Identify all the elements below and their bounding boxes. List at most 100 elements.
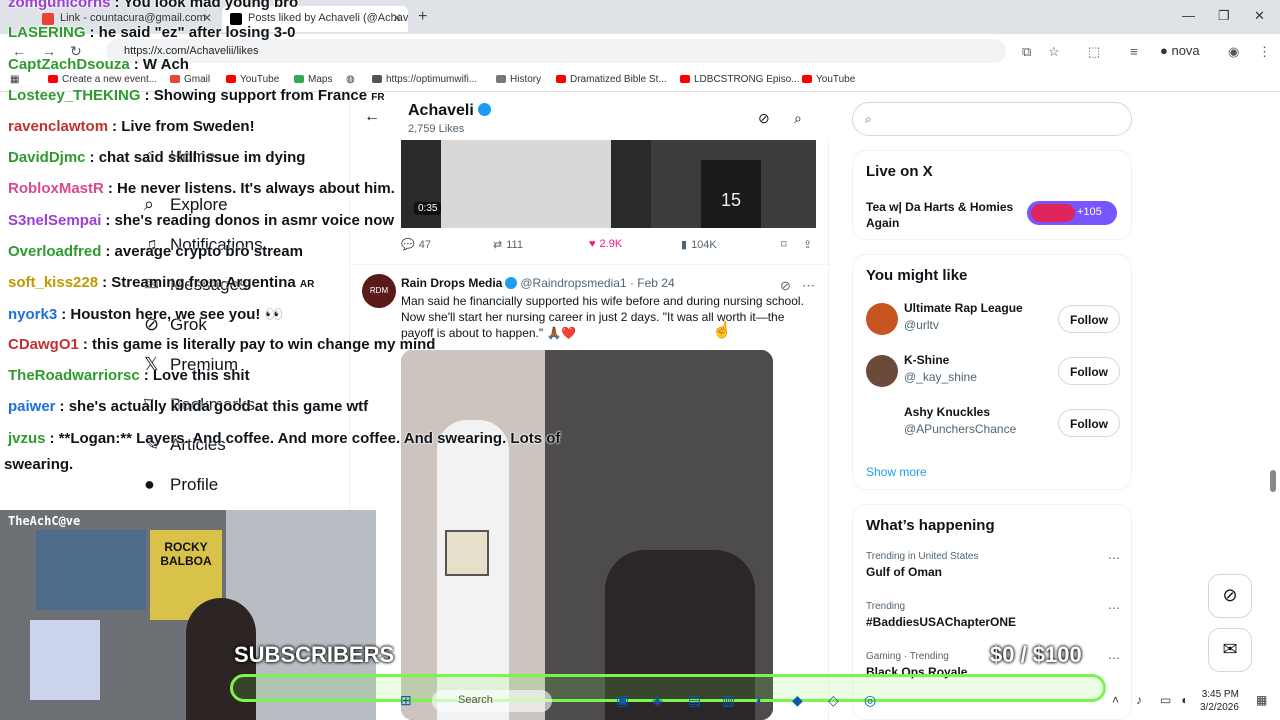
post-media[interactable] bbox=[401, 350, 773, 720]
wall-poster bbox=[30, 620, 100, 700]
file-explorer-icon[interactable]: ▣ bbox=[616, 692, 629, 709]
grok-icon[interactable]: ⊘ bbox=[758, 110, 770, 127]
close-window-icon[interactable]: ✕ bbox=[1254, 8, 1265, 24]
chat-message: swearing. bbox=[4, 456, 74, 473]
network-icon[interactable]: ▭ bbox=[1160, 693, 1171, 707]
subscriber-goal-bar bbox=[230, 674, 1106, 702]
search-icon[interactable]: ⌕ bbox=[794, 110, 802, 127]
scrollbar-thumb[interactable] bbox=[1270, 470, 1276, 492]
more-icon[interactable]: ⋯ bbox=[802, 278, 815, 294]
trend-item[interactable]: Trending #BaddiesUSAChapterONE ⋯ bbox=[866, 601, 1120, 629]
grok-icon[interactable]: ⊘ bbox=[780, 278, 791, 294]
bookmark-item[interactable]: Maps bbox=[294, 74, 332, 85]
nav-articles[interactable]: ✎ Articles bbox=[144, 434, 226, 455]
bookmark-item[interactable]: YouTube bbox=[226, 74, 279, 85]
windows-start-icon[interactable]: ⊞ bbox=[400, 692, 412, 709]
bookmark-item[interactable]: YouTube bbox=[802, 74, 855, 85]
follow-button[interactable]: Follow bbox=[1058, 409, 1120, 437]
photo-left bbox=[401, 350, 545, 720]
show-more-link[interactable]: Show more bbox=[866, 465, 927, 479]
repost-icon: ⇄ bbox=[493, 239, 503, 251]
happening-title: What’s happening bbox=[866, 517, 995, 534]
bookmark-icon[interactable]: ⌑ bbox=[781, 238, 787, 251]
live-listeners-pill[interactable]: +105 bbox=[1027, 201, 1117, 225]
suggestion-item[interactable]: K-Shine @_kay_shine Follow bbox=[866, 351, 1120, 391]
suggestion-item[interactable]: Ashy Knuckles @APunchersChance Follow bbox=[866, 403, 1120, 443]
bookmark-item[interactable]: History bbox=[496, 74, 541, 85]
nav-bookmarks[interactable]: ⌑ Bookmarks bbox=[144, 394, 255, 415]
likes-feed: ← Achaveli 2,759 Likes ⊘ ⌕ 15 0:35 💬 47 ⇄… bbox=[349, 92, 830, 720]
minimize-icon[interactable]: — bbox=[1182, 8, 1195, 23]
nav-premium[interactable]: 𝕏 Premium bbox=[144, 354, 238, 375]
media-icon[interactable]: ≡ bbox=[1130, 44, 1138, 59]
folder-icon[interactable]: ▥ bbox=[722, 692, 735, 709]
bookmarks-bar: ▦ Create a new event... Gmail YouTube Ma… bbox=[0, 68, 1280, 92]
mic-icon[interactable]: ♪ bbox=[1136, 693, 1142, 707]
edge-icon[interactable]: ◐ bbox=[756, 692, 764, 708]
tray-chevron-icon[interactable]: ˄ bbox=[1112, 693, 1119, 707]
views-button[interactable]: ▮ 104K bbox=[681, 238, 717, 251]
new-tab-icon[interactable]: + bbox=[418, 8, 427, 26]
nav-messages[interactable]: ✉ Messages bbox=[144, 274, 247, 295]
nav-explore[interactable]: ⌕ Explore bbox=[144, 194, 228, 215]
avatar bbox=[866, 407, 898, 439]
app-icon[interactable]: ◇ bbox=[828, 692, 839, 709]
volume-icon[interactable]: ◖ bbox=[1180, 693, 1187, 707]
bookmark-item[interactable]: LDBCSTRONG Episo... bbox=[680, 74, 800, 85]
extensions-icon[interactable]: ⬚ bbox=[1088, 44, 1100, 60]
messages-floating-button[interactable]: ✉ bbox=[1208, 628, 1252, 672]
repost-button[interactable]: ⇄ 111 bbox=[493, 238, 523, 251]
url-field[interactable]: https://x.com/Achavelii/likes bbox=[106, 39, 1006, 63]
taskbar-search[interactable]: Search bbox=[432, 690, 552, 712]
maximize-icon[interactable]: ❐ bbox=[1218, 8, 1230, 24]
bookmark-item[interactable]: Dramatized Bible St... bbox=[556, 74, 667, 85]
tab-gmail-link[interactable]: Link - countacura@gmail.com ✕ bbox=[34, 6, 218, 32]
follow-button[interactable]: Follow bbox=[1058, 357, 1120, 385]
share-icon[interactable]: ⇪ bbox=[803, 238, 812, 251]
bookmark-item[interactable]: Create a new event... bbox=[48, 74, 157, 85]
nav-home[interactable]: ⌂ Home bbox=[144, 146, 215, 167]
taskbar-clock[interactable]: 3:45 PM 3/2/2026 bbox=[1200, 688, 1239, 714]
bookmark-star-icon[interactable]: ☆ bbox=[1048, 44, 1060, 60]
nav-notifications[interactable]: ♫ Notifications bbox=[144, 234, 263, 255]
menu-icon[interactable]: ⋮ bbox=[1258, 44, 1271, 60]
more-icon[interactable]: ⋯ bbox=[1108, 601, 1120, 615]
post-video[interactable]: 15 bbox=[401, 140, 816, 228]
bookmark-item[interactable]: Gmail bbox=[170, 74, 210, 85]
bookmark-item[interactable]: https://optimumwifi... bbox=[372, 74, 477, 85]
app-icon[interactable]: ◈ bbox=[652, 692, 663, 709]
suggestion-item[interactable]: Ultimate Rap League @urltv Follow bbox=[866, 299, 1120, 339]
jersey-number: 15 bbox=[701, 160, 761, 228]
profile-chip[interactable]: ● nova bbox=[1160, 43, 1200, 58]
back-icon[interactable]: ← bbox=[12, 43, 26, 59]
live-space-title[interactable]: Tea w| Da Harts & Homies Again bbox=[866, 199, 1026, 231]
browser-tab-strip: Link - countacura@gmail.com ✕ Posts like… bbox=[0, 0, 1280, 34]
tab-x-likes[interactable]: Posts liked by Achaveli (@Achav ✕ bbox=[222, 6, 408, 32]
apps-icon[interactable]: ▦ bbox=[10, 74, 19, 85]
chrome-icon[interactable]: ◎ bbox=[864, 692, 876, 709]
like-button[interactable]: ♥ 2.9K bbox=[589, 238, 622, 250]
avatar[interactable]: RDM bbox=[362, 274, 396, 308]
who-to-follow-card: You might like Ultimate Rap League @urlt… bbox=[852, 254, 1132, 490]
grok-floating-button[interactable]: ⊘ bbox=[1208, 574, 1252, 618]
more-icon[interactable]: ⋯ bbox=[1108, 651, 1120, 665]
close-tab-icon[interactable]: ✕ bbox=[392, 11, 402, 25]
app-icon[interactable]: ▤ bbox=[688, 692, 701, 709]
reload-icon[interactable]: ↻ bbox=[70, 43, 82, 60]
account-icon[interactable]: ◉ bbox=[1228, 44, 1239, 60]
notification-icon[interactable]: ▦ bbox=[1256, 693, 1267, 707]
search-icon: ⌕ bbox=[144, 194, 155, 214]
reply-button[interactable]: 💬 47 bbox=[401, 238, 431, 251]
nav-grok[interactable]: ⊘ Grok bbox=[144, 314, 207, 335]
back-arrow-icon[interactable]: ← bbox=[364, 108, 380, 126]
trend-item[interactable]: Trending in United States Gulf of Oman ⋯ bbox=[866, 551, 1120, 579]
more-icon[interactable]: ⋯ bbox=[1108, 551, 1120, 565]
post-author[interactable]: Rain Drops Media @Raindropsmedia1 · Feb 2… bbox=[401, 276, 675, 290]
close-tab-icon[interactable]: ✕ bbox=[202, 11, 212, 25]
follow-button[interactable]: Follow bbox=[1058, 305, 1120, 333]
globe-icon[interactable]: ◍ bbox=[346, 74, 355, 85]
forward-icon[interactable]: → bbox=[42, 43, 56, 59]
store-icon[interactable]: ◆ bbox=[792, 692, 803, 709]
nav-profile[interactable]: ● Profile bbox=[144, 474, 218, 495]
tab-label: Posts liked by Achaveli (@Achav bbox=[248, 12, 408, 24]
